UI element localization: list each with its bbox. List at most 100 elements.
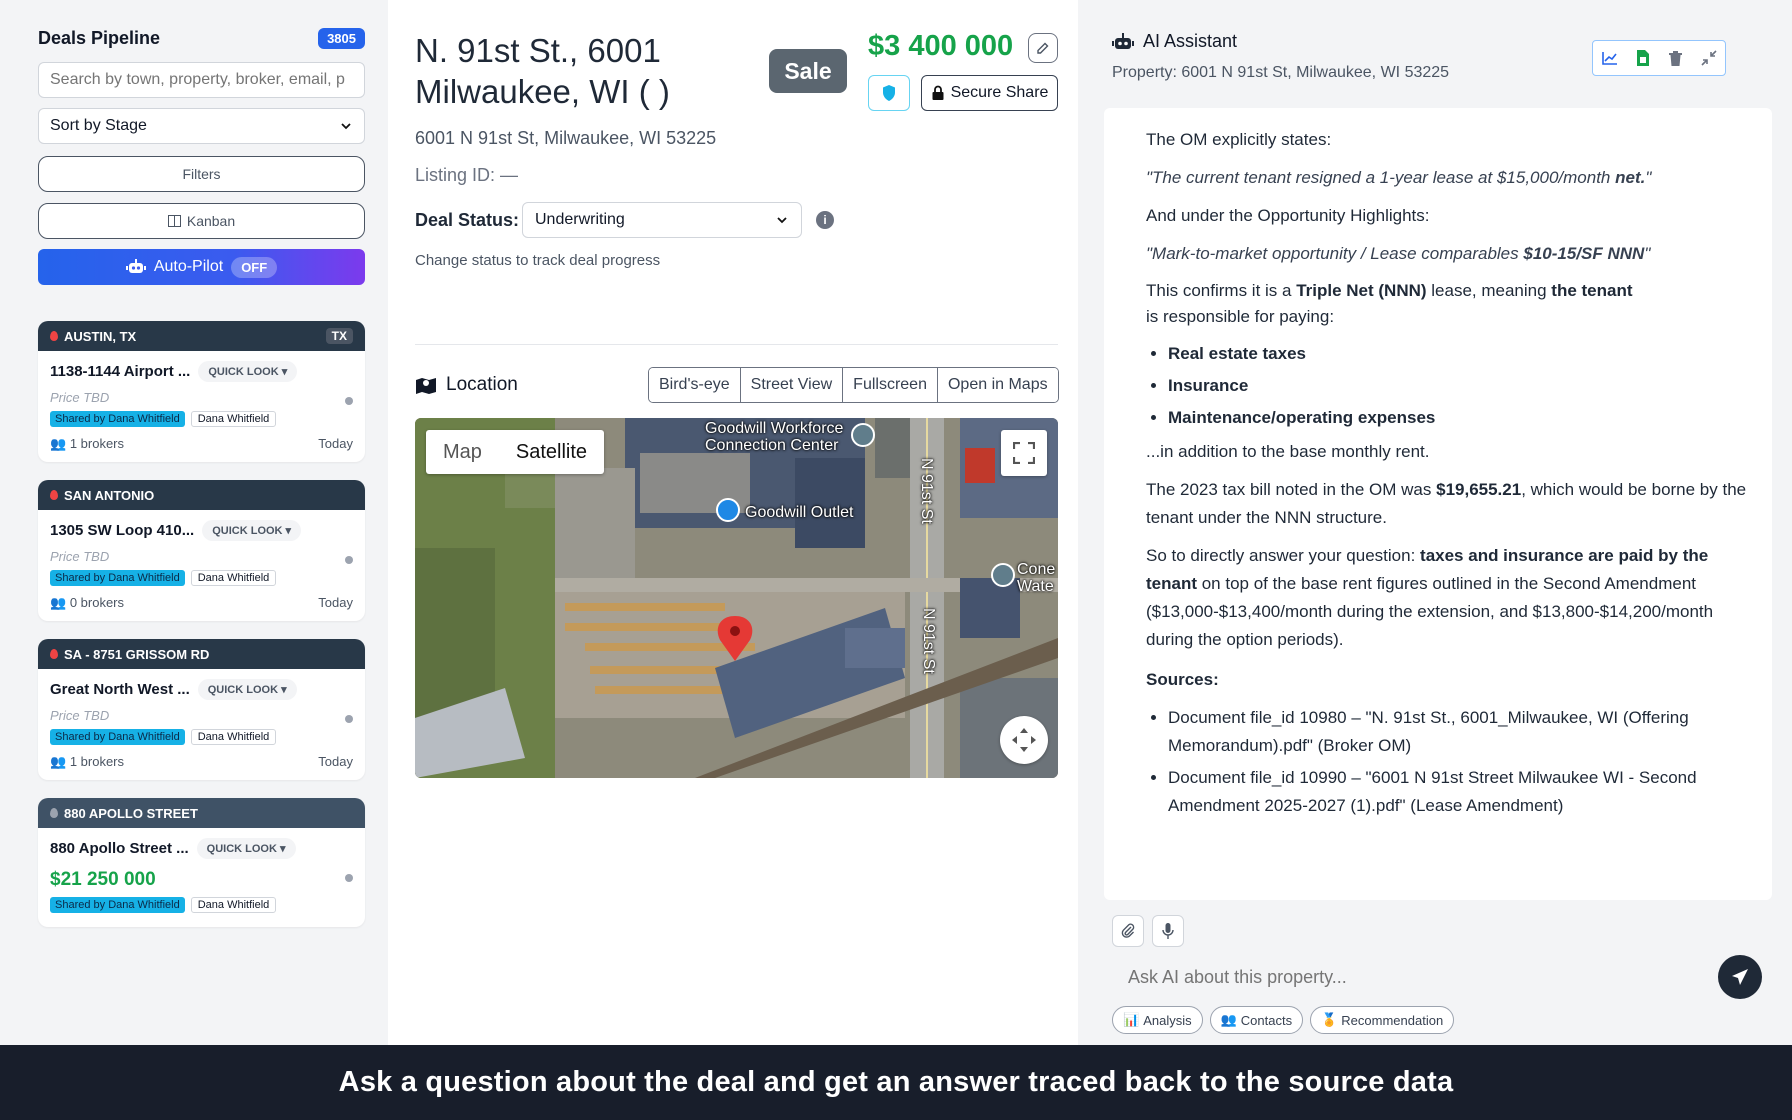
broker-tag: Dana Whitfield <box>190 897 277 913</box>
map-view-tabs: Bird's-eye Street View Fullscreen Open i… <box>648 367 1059 403</box>
send-icon <box>1732 969 1748 985</box>
contacts-icon: 👥 <box>1220 1012 1237 1027</box>
contacts-chip[interactable]: 👥 Contacts <box>1209 1006 1304 1034</box>
analysis-chip[interactable]: 📊 Analysis <box>1112 1006 1203 1034</box>
robot-icon <box>125 259 146 273</box>
shared-by-tag: Shared by Dana Whitfield <box>50 729 185 745</box>
map-pin-icon <box>50 808 58 818</box>
property-address: 6001 N 91st St, Milwaukee, WI 53225 <box>415 128 717 148</box>
deals-sidebar: Deals Pipeline 3805 Sort by Stage Filter… <box>0 0 385 1045</box>
columns-icon <box>167 215 181 227</box>
sources-list: Document file_id 10980 – "N. 91st St., 6… <box>1168 704 1754 820</box>
list-item: Real estate taxes <box>1168 340 1754 368</box>
open-in-maps-button[interactable]: Open in Maps <box>937 368 1058 402</box>
sort-select-value: Sort by Stage <box>50 117 147 134</box>
deal-card-price: Price TBD <box>50 390 110 405</box>
spreadsheet-icon <box>1636 50 1649 66</box>
lock-icon <box>932 85 944 100</box>
ai-title-label: AI Assistant <box>1143 31 1238 51</box>
export-sheet-button[interactable] <box>1632 47 1654 69</box>
deal-card[interactable]: SA - 8751 GRISSOM RD Great North West ..… <box>38 639 365 780</box>
sidebar-title: Deals Pipeline <box>38 27 161 48</box>
ai-response: The OM explicitly states: "The current t… <box>1104 108 1772 900</box>
delete-button[interactable] <box>1665 47 1687 69</box>
deal-card-header: SAN ANTONIO <box>38 480 365 510</box>
deal-card-price: $21 250 000 <box>50 869 156 890</box>
info-icon[interactable]: i <box>816 211 834 229</box>
deal-card-date: Today <box>318 436 353 451</box>
quick-look-button[interactable]: QUICK LOOK ▾ <box>198 361 298 382</box>
microphone-button[interactable] <box>1152 915 1184 947</box>
broker-tag: Dana Whitfield <box>190 729 277 745</box>
property-detail: N. 91st St., 6001 Milwaukee, WI ( ) Sale… <box>388 0 1078 1045</box>
kanban-button[interactable]: Kanban <box>38 203 365 239</box>
map-pin-icon <box>50 490 58 500</box>
autopilot-button[interactable]: Auto-Pilot OFF <box>38 249 365 285</box>
protect-button[interactable] <box>868 75 910 111</box>
paperclip-icon <box>1121 923 1135 938</box>
edit-icon <box>1037 42 1049 54</box>
deal-card-address: 1138-1144 Airport ... <box>50 363 191 380</box>
list-item: Insurance <box>1168 372 1754 400</box>
ai-quote: "The current tenant resigned a 1-year le… <box>1146 168 1652 187</box>
recommendation-chip[interactable]: 🏅 Recommendation <box>1310 1006 1455 1034</box>
satellite-map[interactable]: Map Satellite Goodwill Workforce Connect… <box>415 418 1058 778</box>
map-label-cone: Cone Wate <box>1017 561 1056 595</box>
deal-status-select[interactable]: Underwriting <box>522 202 802 238</box>
quick-look-button[interactable]: QUICK LOOK ▾ <box>202 520 302 541</box>
map-pin-icon <box>50 331 58 341</box>
deal-card-price: Price TBD <box>50 549 110 564</box>
attach-button[interactable] <box>1112 915 1144 947</box>
status-dot <box>345 397 353 405</box>
list-item: Document file_id 10990 – "6001 N 91st St… <box>1168 764 1754 820</box>
street-view-button[interactable]: Street View <box>740 368 844 402</box>
fullscreen-button[interactable]: Fullscreen <box>843 368 938 402</box>
sale-badge: Sale <box>769 49 847 93</box>
deal-card-date: Today <box>318 595 353 610</box>
quick-look-button[interactable]: QUICK LOOK ▾ <box>197 679 297 700</box>
list-item: Document file_id 10980 – "N. 91st St., 6… <box>1168 704 1754 760</box>
ai-paragraph: The 2023 tax bill noted in the OM was $1… <box>1146 480 1747 527</box>
secure-share-label: Secure Share <box>950 84 1049 101</box>
deal-card[interactable]: 880 APOLLO STREET 880 Apollo Street ... … <box>38 798 365 927</box>
deal-search-input[interactable] <box>38 62 365 98</box>
map-label-street: N 91st St <box>918 458 935 524</box>
map-fullscreen-button[interactable] <box>1001 430 1047 476</box>
deal-count-badge: 3805 <box>318 27 365 49</box>
deal-card[interactable]: SAN ANTONIO 1305 SW Loop 410... QUICK LO… <box>38 480 365 621</box>
divider <box>415 344 1058 345</box>
deal-status-help: Change status to track deal progress <box>415 252 661 269</box>
chevron-down-icon <box>777 217 787 224</box>
status-dot <box>345 715 353 723</box>
deal-card[interactable]: AUSTIN, TX TX 1138-1144 Airport ... QUIC… <box>38 321 365 462</box>
quick-look-button[interactable]: QUICK LOOK ▾ <box>196 838 296 859</box>
secure-share-button[interactable]: Secure Share <box>921 75 1058 111</box>
autopilot-toggle[interactable]: OFF <box>231 256 278 278</box>
broker-count: 👥 1 brokers <box>50 436 125 451</box>
deal-card-address: 880 Apollo Street ... <box>50 840 189 857</box>
location-heading: Location <box>415 374 518 396</box>
location-label: Location <box>446 374 518 395</box>
robot-icon <box>1112 32 1134 49</box>
ai-paragraph: ...in addition to the base monthly rent. <box>1146 442 1430 461</box>
sidebar-header: Deals Pipeline 3805 <box>38 24 365 52</box>
ai-paragraph: So to directly answer your question: tax… <box>1146 546 1714 649</box>
map-type-control: Map Satellite <box>426 430 605 474</box>
chart-button[interactable] <box>1599 47 1621 69</box>
deal-card-location: AUSTIN, TX <box>64 328 137 344</box>
send-button[interactable] <box>1718 955 1762 999</box>
ai-title: AI Assistant <box>1112 31 1237 52</box>
ai-question-input[interactable] <box>1112 959 1712 995</box>
collapse-button[interactable] <box>1698 47 1720 69</box>
filters-label: Filters <box>182 166 221 182</box>
broker-tag: Dana Whitfield <box>190 411 277 427</box>
birds-eye-button[interactable]: Bird's-eye <box>649 368 741 402</box>
filters-button[interactable]: Filters <box>38 156 365 192</box>
map-type-satellite[interactable]: Satellite <box>499 430 604 474</box>
ai-assistant-panel: AI Assistant Property: 6001 N 91st St, M… <box>1082 0 1792 1045</box>
edit-price-button[interactable] <box>1028 33 1058 63</box>
map-camera-control[interactable] <box>1000 716 1048 764</box>
map-type-map[interactable]: Map <box>426 430 499 474</box>
sort-select[interactable]: Sort by Stage <box>38 108 365 144</box>
pan-arrows-icon <box>1012 728 1036 752</box>
